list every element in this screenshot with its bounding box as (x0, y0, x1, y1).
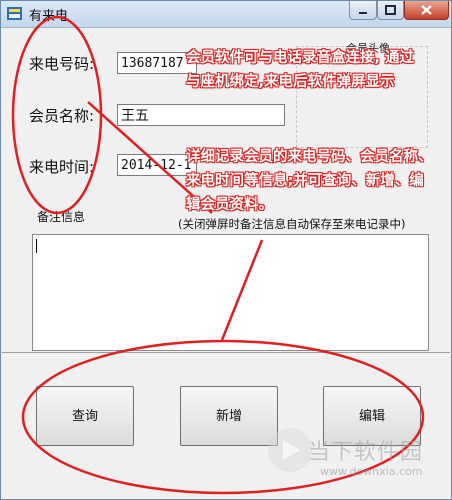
title-bar[interactable]: 有来电 (1, 1, 451, 28)
form-area: 来电号码: 13687187 会员名称: 王五 来电时间: 2014-12-1 … (2, 28, 450, 498)
divider (2, 352, 450, 356)
note-2-line: 详细记录会员的来电号码、会员名称、 (186, 149, 433, 165)
maximize-button[interactable] (377, 1, 404, 20)
minimize-button[interactable] (349, 1, 377, 20)
minimize-icon (359, 12, 367, 14)
annotation-note-2: 详细记录会员的来电号码、会员名称、 来电时间等信息;并可查询、新增、编 辑会员资… (186, 145, 433, 217)
close-icon (421, 5, 432, 15)
time-label: 来电时间: (29, 158, 95, 176)
text-caret (36, 239, 37, 253)
maximize-icon (385, 5, 396, 15)
note-1-line: 会员软件可与电话录音盒连接, 通过 (186, 50, 415, 66)
window-title: 有来电 (29, 9, 69, 24)
app-icon (7, 7, 22, 20)
remark-hint: (关闭弹屏时备注信息自动保存至来电记录中) (178, 217, 406, 231)
phone-field[interactable]: 13687187 (117, 52, 197, 74)
note-2-line: 来电时间等信息;并可查询、新增、编 (186, 173, 424, 189)
remark-textarea[interactable] (32, 234, 429, 351)
add-button[interactable]: 新增 (180, 386, 278, 446)
annotation-note-1: 会员软件可与电话录音盒连接, 通过 与座机绑定,来电后软件弹屏显示 (186, 46, 414, 94)
name-field[interactable]: 王五 (117, 104, 285, 126)
close-button[interactable] (404, 1, 449, 20)
time-field[interactable]: 2014-12-1 (117, 154, 197, 176)
name-label: 会员名称: (29, 107, 95, 125)
note-2-line: 辑会员资料。 (186, 197, 273, 213)
watermark-url: www.downxia.com (320, 465, 423, 478)
watermark-text: 当下软件园 (308, 440, 424, 465)
query-button[interactable]: 查询 (36, 386, 134, 446)
note-1-line: 与座机绑定,来电后软件弹屏显示 (186, 74, 395, 90)
remark-label: 备注信息 (37, 210, 86, 224)
phone-label: 来电号码: (29, 55, 95, 73)
